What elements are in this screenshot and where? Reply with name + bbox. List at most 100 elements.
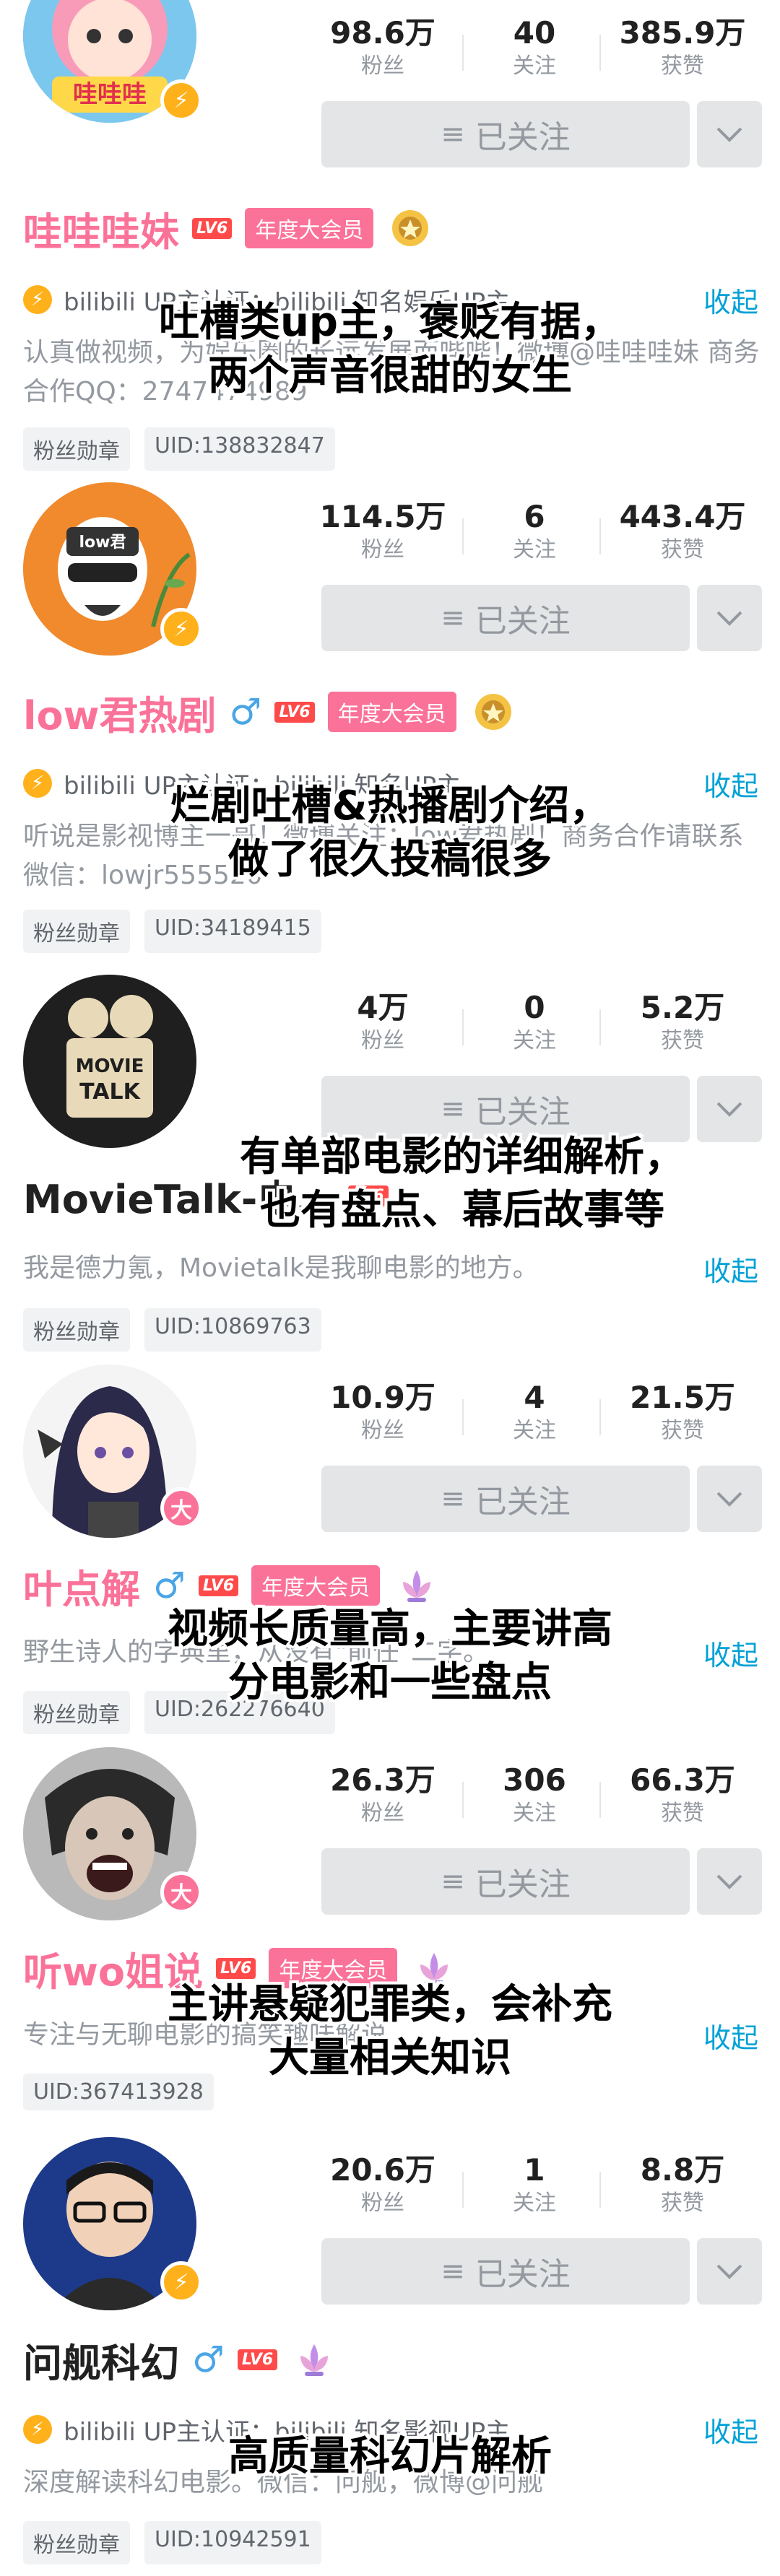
following-count: 6: [524, 499, 545, 534]
caption-line: 吐槽类up主，褒贬有据，: [159, 299, 621, 346]
tag-row: 粉丝勋章 UID:10942591: [23, 2521, 321, 2564]
caption-overlay: 高质量科幻片解析: [0, 2430, 780, 2484]
svg-text:哇哇哇: 哇哇哇: [73, 80, 147, 109]
more-dropdown-button[interactable]: [697, 585, 762, 651]
vip-badge[interactable]: 年度大会员: [245, 208, 374, 248]
following-stat[interactable]: 1 关注: [477, 2151, 592, 2218]
caption-line: 大量相关知识: [269, 2035, 511, 2081]
likes-label: 获赞: [661, 1801, 704, 1826]
lotus-medal-icon: [403, 1570, 431, 1602]
uid-tag[interactable]: UID:138832847: [144, 427, 335, 471]
name-row: 哇哇哇妹 LV6 年度大会员: [23, 199, 431, 257]
verified-badge-icon: ⚡: [160, 2261, 202, 2303]
menu-lines-icon: ≡: [441, 1092, 465, 1126]
user-card: 大 26.3万 粉丝 306 关注 66.3万 获赞 ≡ 已关注 听wo姐说 LV…: [0, 1747, 780, 2123]
followers-stat[interactable]: 114.5万 粉丝: [311, 498, 455, 565]
followed-button[interactable]: ≡ 已关注: [321, 1466, 690, 1532]
likes-stat: 385.9万 获赞: [607, 14, 758, 81]
fans-medal-tag[interactable]: 粉丝勋章: [23, 427, 130, 471]
following-stat[interactable]: 306 关注: [477, 1762, 592, 1828]
likes-label: 获赞: [661, 2190, 704, 2216]
followers-count: 114.5万: [319, 499, 446, 534]
user-card: MOVIE TALK 4万 粉丝 0 关注 5.2万 获赞 ≡ 已关注 Movie…: [0, 975, 780, 1357]
likes-count: 8.8万: [640, 2152, 725, 2188]
likes-stat: 5.2万 获赞: [607, 989, 758, 1056]
more-dropdown-button[interactable]: [697, 101, 762, 167]
more-dropdown-button[interactable]: [697, 1466, 762, 1532]
username[interactable]: low君热剧: [23, 684, 217, 741]
followers-count: 98.6万: [330, 15, 436, 51]
divider: [599, 1009, 601, 1045]
uid-tag[interactable]: UID:10942591: [144, 2521, 321, 2564]
caption-overlay: 有单部电影的详细解析， 也有盘点、幕后故事等: [144, 1131, 780, 1237]
vip-badge[interactable]: 年度大会员: [327, 692, 456, 732]
followed-button[interactable]: ≡ 已关注: [321, 585, 690, 651]
followed-button-label: 已关注: [474, 119, 571, 156]
followers-label: 粉丝: [361, 1801, 404, 1826]
followed-button[interactable]: ≡ 已关注: [321, 101, 690, 167]
avatar[interactable]: MOVIE TALK: [23, 975, 196, 1148]
more-dropdown-button[interactable]: [697, 2238, 762, 2305]
tag-row: 粉丝勋章 UID:10869763: [23, 1308, 321, 1352]
following-label: 关注: [513, 1801, 556, 1826]
username[interactable]: 哇哇哇妹: [23, 200, 179, 257]
user-stats: 10.9万 粉丝 4 关注 21.5万 获赞: [311, 1379, 758, 1458]
menu-lines-icon: ≡: [441, 2255, 465, 2288]
uid-tag[interactable]: UID:34189415: [144, 910, 321, 953]
divider: [599, 518, 601, 554]
divider: [462, 1399, 464, 1435]
tag-row: 粉丝勋章 UID:138832847: [23, 427, 335, 471]
likes-count: 21.5万: [630, 1380, 735, 1415]
level-badge: LV6: [216, 1957, 256, 1979]
likes-label: 获赞: [661, 1418, 704, 1443]
following-label: 关注: [513, 537, 556, 562]
fans-medal-tag[interactable]: 粉丝勋章: [23, 910, 130, 953]
male-icon: ♂: [229, 691, 262, 733]
followers-stat[interactable]: 10.9万 粉丝: [311, 1379, 455, 1445]
followers-count: 4万: [357, 990, 409, 1025]
chevron-down-icon: [716, 127, 742, 142]
following-count: 306: [503, 1762, 566, 1798]
tag-row: 粉丝勋章 UID:34189415: [23, 910, 321, 953]
followers-stat[interactable]: 98.6万 粉丝: [311, 14, 455, 81]
user-stats: 26.3万 粉丝 306 关注 66.3万 获赞: [311, 1762, 758, 1841]
following-count: 1: [524, 2152, 545, 2188]
followers-stat[interactable]: 20.6万 粉丝: [311, 2151, 455, 2218]
followers-stat[interactable]: 4万 粉丝: [311, 989, 455, 1056]
divider: [599, 1782, 601, 1818]
svg-text:TALK: TALK: [79, 1079, 141, 1105]
caption-overlay: 主讲悬疑犯罪类，会补充 大量相关知识: [0, 1978, 780, 2085]
level-badge: LV6: [237, 2349, 278, 2370]
fans-medal-tag[interactable]: 粉丝勋章: [23, 2521, 130, 2564]
following-stat[interactable]: 4 关注: [477, 1379, 592, 1445]
followers-count: 26.3万: [330, 1762, 436, 1798]
following-label: 关注: [513, 1028, 556, 1053]
followers-stat[interactable]: 26.3万 粉丝: [311, 1762, 455, 1828]
divider: [462, 1009, 464, 1045]
lotus-medal-icon: [300, 2344, 329, 2376]
divider: [599, 35, 601, 71]
chevron-down-icon: [716, 1874, 742, 1889]
likes-stat: 21.5万 获赞: [607, 1379, 758, 1445]
likes-stat: 66.3万 获赞: [607, 1762, 758, 1828]
username[interactable]: 问舰科幻: [23, 2331, 179, 2388]
following-label: 关注: [513, 1418, 556, 1443]
followers-count: 10.9万: [330, 1380, 436, 1415]
following-stat[interactable]: 0 关注: [477, 989, 592, 1056]
more-dropdown-button[interactable]: [697, 1848, 762, 1915]
following-stat[interactable]: 6 关注: [477, 498, 592, 565]
divider: [462, 1782, 464, 1818]
vip-badge[interactable]: 年度大会员: [251, 1565, 381, 1606]
caption-line: 烂剧吐槽&热播剧介绍，: [170, 783, 610, 830]
fans-medal-tag[interactable]: 粉丝勋章: [23, 1308, 130, 1352]
followed-button[interactable]: ≡ 已关注: [321, 2238, 690, 2305]
uid-tag[interactable]: UID:10869763: [144, 1308, 321, 1352]
following-stat[interactable]: 40 关注: [477, 14, 592, 81]
divider: [599, 2172, 601, 2208]
collapse-link[interactable]: 收起: [703, 1249, 758, 1289]
divider: [462, 2172, 464, 2208]
followed-button[interactable]: ≡ 已关注: [321, 1848, 690, 1915]
following-count: 4: [524, 1380, 545, 1415]
following-label: 关注: [513, 53, 556, 79]
likes-count: 385.9万: [619, 15, 746, 51]
